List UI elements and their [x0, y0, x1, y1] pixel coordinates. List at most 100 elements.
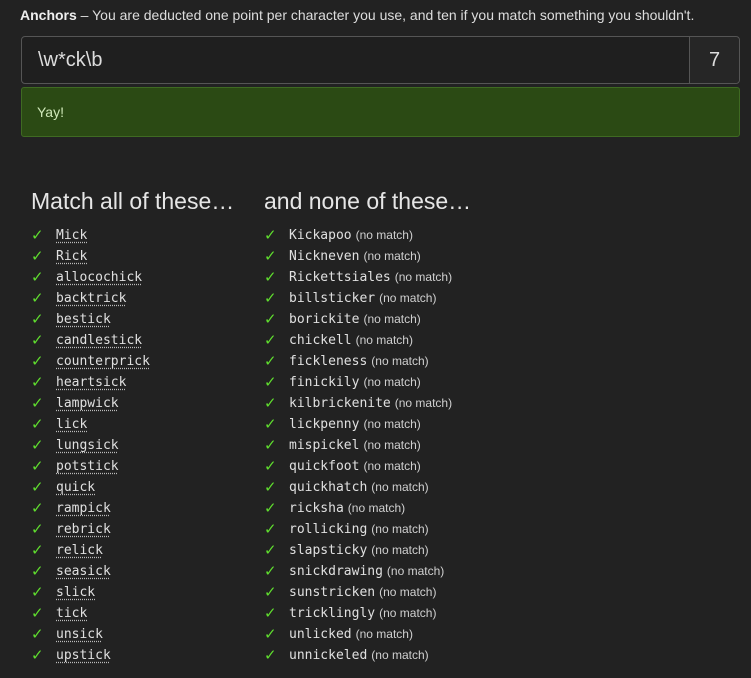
- no-match-label: (no match): [363, 459, 421, 473]
- check-icon: ✓: [264, 584, 277, 601]
- list-item: ✓ rebrick: [31, 519, 234, 540]
- list-item: ✓ unnickeled (no match): [264, 645, 471, 666]
- puzzle-intro: Anchors – You are deducted one point per…: [20, 7, 694, 23]
- list-item: ✓ finickily (no match): [264, 372, 471, 393]
- check-icon: ✓: [264, 647, 277, 664]
- nonmatch-word: billsticker: [289, 291, 376, 306]
- no-match-label: (no match): [371, 480, 429, 494]
- no-match-label: (no match): [355, 228, 413, 242]
- nonmatch-word: finickily: [289, 375, 360, 390]
- list-item: ✓ seasick: [31, 561, 234, 582]
- check-icon: ✓: [264, 542, 277, 559]
- nonmatch-word: mispickel: [289, 438, 360, 453]
- list-item: ✓ unsick: [31, 624, 234, 645]
- nonmatch-word: chickell: [289, 333, 352, 348]
- no-match-label: (no match): [355, 333, 413, 347]
- check-icon: ✓: [264, 479, 277, 496]
- check-icon: ✓: [31, 248, 44, 265]
- nonmatch-word: snickdrawing: [289, 564, 383, 579]
- check-icon: ✓: [264, 311, 277, 328]
- list-item: ✓ upstick: [31, 645, 234, 666]
- no-match-label: (no match): [371, 543, 429, 557]
- check-icon: ✓: [31, 626, 44, 643]
- list-item: ✓ Rick: [31, 246, 234, 267]
- no-match-label: (no match): [371, 648, 429, 662]
- no-match-label: (no match): [394, 396, 453, 410]
- result-message: Yay!: [21, 87, 740, 137]
- match-word: heartsick: [56, 375, 127, 390]
- list-item: ✓ backtrick: [31, 288, 234, 309]
- check-icon: ✓: [31, 269, 44, 286]
- check-icon: ✓: [264, 563, 277, 580]
- list-item: ✓ allocochick: [31, 267, 234, 288]
- check-icon: ✓: [264, 374, 277, 391]
- list-item: ✓ rollicking (no match): [264, 519, 471, 540]
- no-match-label: (no match): [394, 270, 453, 284]
- nonmatch-word: unlicked: [289, 627, 352, 642]
- list-item: ✓ fickleness (no match): [264, 351, 471, 372]
- list-item: ✓ lampwick: [31, 393, 234, 414]
- nonmatch-word: Kickapoo: [289, 228, 352, 243]
- list-item: ✓ Kickapoo (no match): [264, 225, 471, 246]
- nonmatch-word: unnickeled: [289, 648, 368, 663]
- match-word: lick: [56, 417, 88, 432]
- check-icon: ✓: [31, 500, 44, 517]
- regex-entry: 7: [21, 36, 740, 84]
- list-item: ✓ tricklingly (no match): [264, 603, 471, 624]
- check-icon: ✓: [264, 416, 277, 433]
- no-match-label: (no match): [363, 312, 421, 326]
- regex-input[interactable]: [22, 37, 689, 83]
- match-word: allocochick: [56, 270, 143, 285]
- check-icon: ✓: [264, 521, 277, 538]
- list-item: ✓ chickell (no match): [264, 330, 471, 351]
- match-word: Rick: [56, 249, 88, 264]
- match-heading: Match all of these…: [31, 188, 235, 214]
- nonmatch-column: and none of these… ✓ Kickapoo (no match) ✓ N…: [264, 187, 471, 666]
- no-match-label: (no match): [363, 375, 421, 389]
- no-match-label: (no match): [371, 354, 429, 368]
- list-item: ✓ unlicked (no match): [264, 624, 471, 645]
- list-item: ✓ Mick: [31, 225, 234, 246]
- match-word: Mick: [56, 228, 88, 243]
- nonmatch-word: slapsticky: [289, 543, 368, 558]
- no-match-label: (no match): [355, 627, 413, 641]
- match-word: relick: [56, 543, 103, 558]
- check-icon: ✓: [31, 437, 44, 454]
- check-icon: ✓: [264, 500, 277, 517]
- no-match-label: (no match): [363, 438, 421, 452]
- list-item: ✓ tick: [31, 603, 234, 624]
- check-icon: ✓: [31, 332, 44, 349]
- no-match-label: (no match): [379, 585, 437, 599]
- check-icon: ✓: [31, 458, 44, 475]
- match-word: potstick: [56, 459, 119, 474]
- puzzle-description: – You are deducted one point per charact…: [76, 7, 695, 23]
- check-icon: ✓: [264, 290, 277, 307]
- nonmatch-word: quickhatch: [289, 480, 368, 495]
- match-word: rebrick: [56, 522, 111, 537]
- nonmatch-word: Nickneven: [289, 249, 360, 264]
- list-item: ✓ quick: [31, 477, 234, 498]
- list-item: ✓ lick: [31, 414, 234, 435]
- list-item: ✓ candlestick: [31, 330, 234, 351]
- match-word: backtrick: [56, 291, 127, 306]
- list-item: ✓ Nickneven (no match): [264, 246, 471, 267]
- check-icon: ✓: [31, 542, 44, 559]
- match-word: lungsick: [56, 438, 119, 453]
- list-item: ✓ lickpenny (no match): [264, 414, 471, 435]
- check-icon: ✓: [31, 311, 44, 328]
- no-match-label: (no match): [347, 501, 406, 515]
- list-item: ✓ kilbrickenite (no match): [264, 393, 471, 414]
- nonmatch-word: Rickettsiales: [289, 270, 391, 285]
- no-match-label: (no match): [379, 606, 437, 620]
- match-column: Match all of these… ✓ Mick ✓ Rick ✓ allocochi…: [31, 187, 234, 666]
- check-icon: ✓: [264, 626, 277, 643]
- check-icon: ✓: [31, 584, 44, 601]
- list-item: ✓ mispickel (no match): [264, 435, 471, 456]
- nonmatch-word: lickpenny: [289, 417, 360, 432]
- list-item: ✓ rampick: [31, 498, 234, 519]
- match-word: unsick: [56, 627, 103, 642]
- check-icon: ✓: [31, 563, 44, 580]
- match-word: slick: [56, 585, 96, 600]
- check-icon: ✓: [31, 395, 44, 412]
- match-word: rampick: [56, 501, 111, 516]
